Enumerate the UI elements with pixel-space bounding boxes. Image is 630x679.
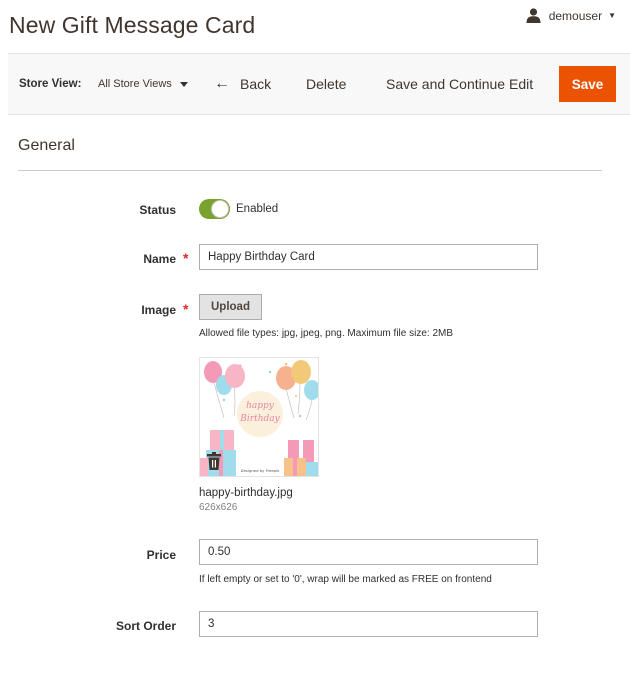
image-file-name: happy-birthday.jpg xyxy=(199,487,293,499)
delete-button-label: Delete xyxy=(306,76,347,92)
status-toggle[interactable] xyxy=(199,199,230,219)
required-asterisk: * xyxy=(183,250,189,266)
upload-button[interactable]: Upload xyxy=(199,294,262,320)
back-button[interactable]: ← Back xyxy=(214,75,272,93)
dropdown-arrow-icon xyxy=(179,81,188,87)
trash-icon[interactable] xyxy=(206,452,222,470)
arrow-left-icon: ← xyxy=(214,75,230,92)
chevron-down-icon: ▼ xyxy=(608,11,616,20)
name-input[interactable] xyxy=(199,244,538,270)
section-title-general: General xyxy=(18,137,75,154)
image-label: Image xyxy=(141,303,176,317)
preview-text: happy xyxy=(246,401,275,411)
store-view-dropdown[interactable]: All Store Views xyxy=(98,78,188,90)
status-label: Status xyxy=(139,203,176,217)
toggle-knob xyxy=(211,200,229,218)
section-divider xyxy=(18,170,602,171)
page-actions-toolbar: Store View: All Store Views ← Back Delet… xyxy=(8,53,630,115)
status-value-text: Enabled xyxy=(236,203,279,215)
user-account-menu[interactable]: demouser ▼ xyxy=(526,8,616,23)
name-label: Name xyxy=(143,252,176,266)
sort-order-label: Sort Order xyxy=(115,619,176,633)
store-view-value: All Store Views xyxy=(98,78,172,90)
image-dimensions: 626x626 xyxy=(199,502,238,513)
page-title: New Gift Message Card xyxy=(9,12,256,38)
sort-order-input[interactable] xyxy=(199,611,538,637)
allowed-file-types-note: Allowed file types: jpg, jpeg, png. Maxi… xyxy=(199,328,453,339)
user-icon xyxy=(526,8,541,23)
store-view-label: Store View: xyxy=(19,78,82,90)
save-and-continue-label: Save and Continue Edit xyxy=(386,76,534,92)
price-input[interactable] xyxy=(199,539,538,565)
image-preview[interactable]: happy Birthday Designed by Freepik xyxy=(199,357,319,477)
price-note: If left empty or set to '0', wrap will b… xyxy=(199,574,492,585)
upload-button-label: Upload xyxy=(211,301,250,313)
preview-text: Birthday xyxy=(239,414,280,424)
save-button[interactable]: Save xyxy=(559,66,616,102)
save-and-continue-button[interactable]: Save and Continue Edit xyxy=(386,76,533,92)
back-button-label: Back xyxy=(240,76,272,92)
designed-by-credit: Designed by Freepik xyxy=(241,468,280,473)
save-button-label: Save xyxy=(571,76,604,92)
required-asterisk: * xyxy=(183,301,189,317)
price-label: Price xyxy=(146,548,176,562)
delete-button[interactable]: Delete xyxy=(306,76,346,92)
user-name: demouser xyxy=(548,8,603,23)
